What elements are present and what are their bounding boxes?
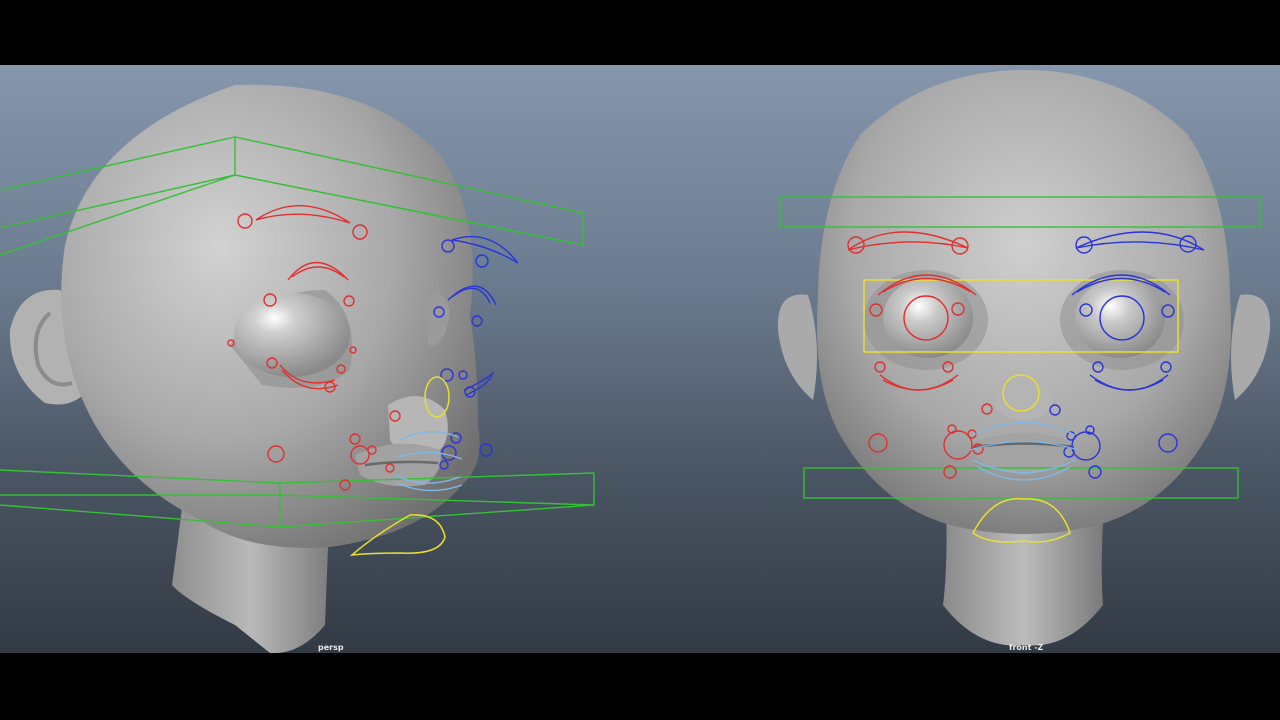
letterbox-top xyxy=(0,0,1280,65)
eyeball-left-front xyxy=(1075,278,1165,358)
eyeball-left-persp xyxy=(234,293,350,377)
viewport-front[interactable]: front -Z xyxy=(768,65,1280,653)
camera-label-persp: persp xyxy=(318,643,344,652)
ear-right-mesh xyxy=(1231,294,1271,400)
letterbox-bottom xyxy=(0,653,1280,720)
persp-scene xyxy=(0,84,595,653)
eyeball-right-front xyxy=(883,278,973,358)
ear-left-mesh xyxy=(777,294,817,400)
viewport-persp[interactable]: persp xyxy=(0,65,768,653)
camera-label-front: front -Z xyxy=(1009,643,1044,652)
front-scene xyxy=(768,70,1271,646)
